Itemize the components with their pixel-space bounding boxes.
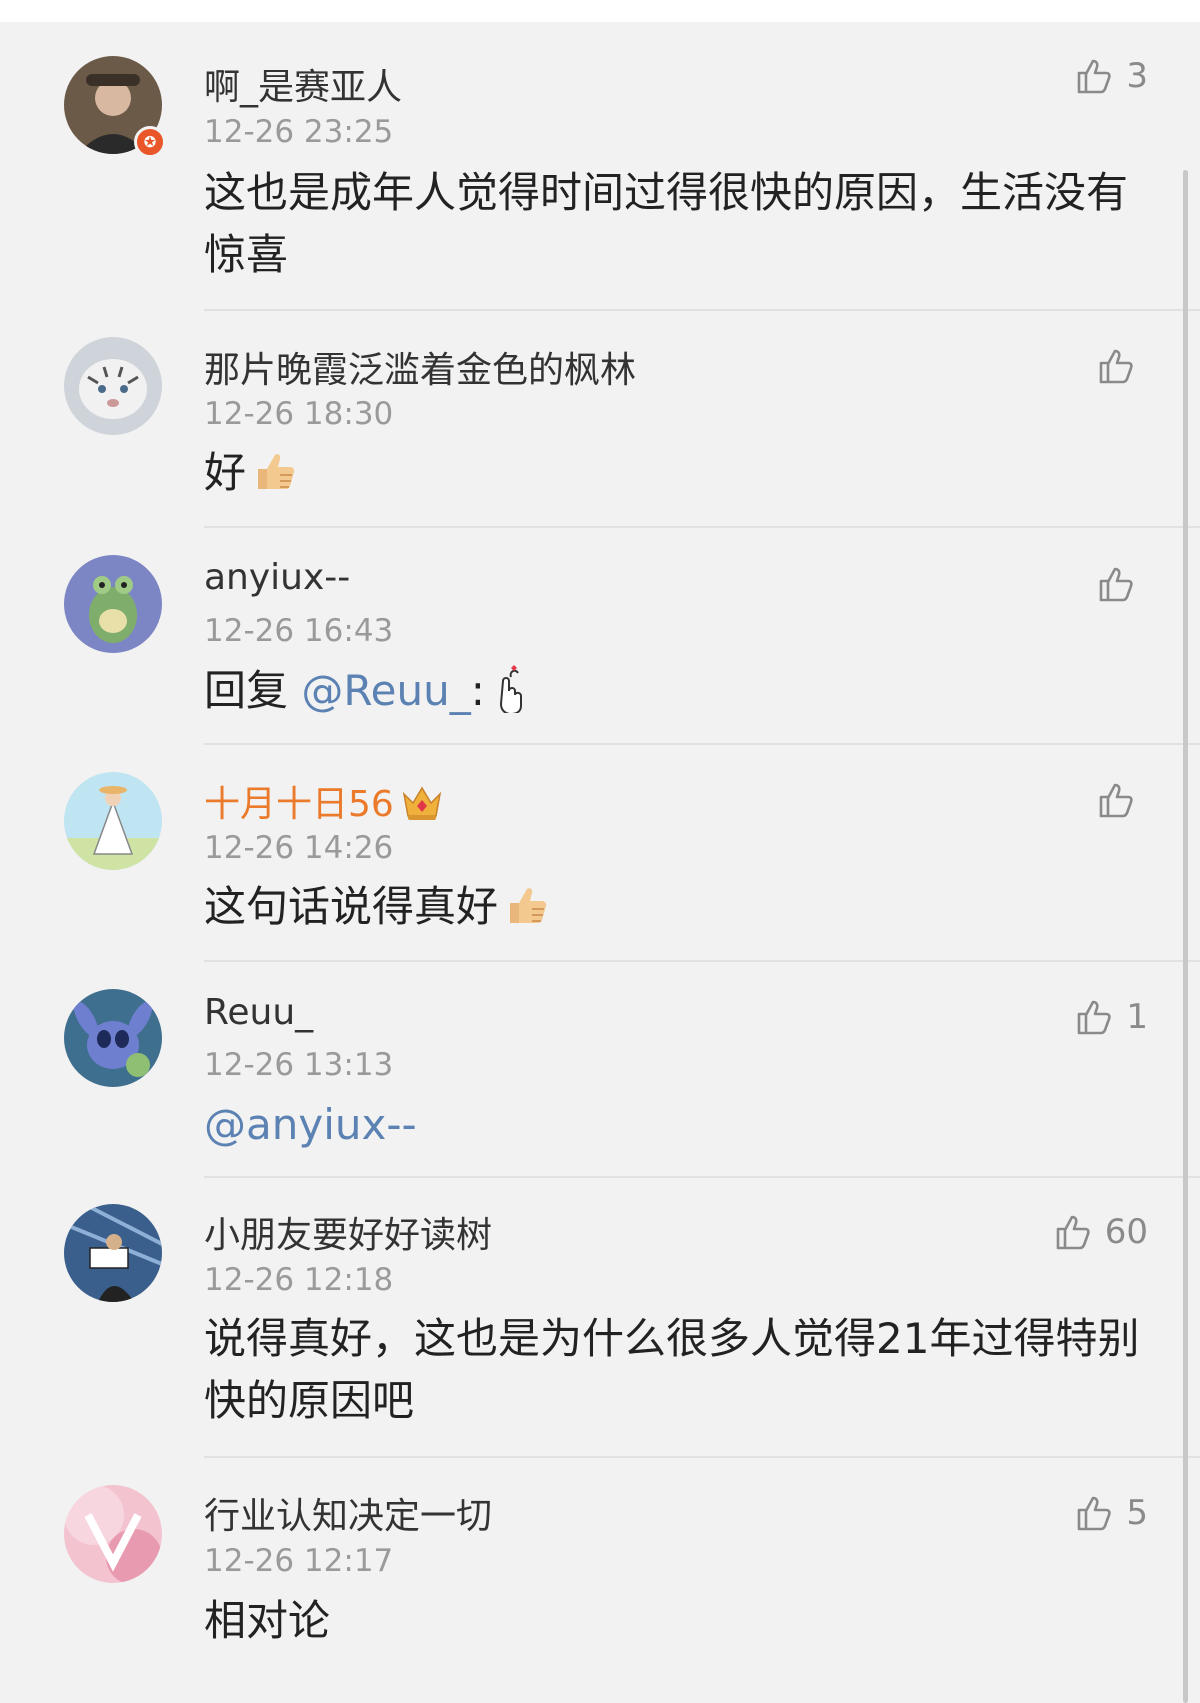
- comment-username[interactable]: anyiux--: [204, 557, 350, 598]
- like-count: 1: [1126, 997, 1148, 1037]
- comment-username[interactable]: 那片晚霞泛滥着金色的枫林: [204, 341, 636, 393]
- comment-text: 回复 @Reuu_:: [204, 660, 1144, 722]
- thumbs-up-emoji: [510, 888, 547, 923]
- comment-timestamp: 12-26 12:17: [204, 1543, 394, 1579]
- thumb-up-icon: [1078, 1496, 1112, 1531]
- comment-timestamp: 12-26 13:13: [204, 1047, 394, 1083]
- thumb-up-icon: [1056, 1215, 1090, 1250]
- comment-timestamp: 12-26 12:18: [204, 1262, 394, 1298]
- like-count: 60: [1104, 1212, 1148, 1252]
- divider: [204, 960, 1200, 962]
- divider: [204, 1456, 1200, 1458]
- comment-text: 相对论: [204, 1596, 331, 1645]
- mention-link[interactable]: @Reuu_: [301, 666, 470, 715]
- comment-username[interactable]: 行业认知决定一切: [204, 1487, 492, 1539]
- verified-badge-icon: ✪: [134, 126, 166, 158]
- avatar[interactable]: [64, 1204, 162, 1302]
- comment-username[interactable]: 小朋友要好好读树: [204, 1206, 492, 1258]
- thumb-up-icon: [1078, 59, 1112, 94]
- like-button[interactable]: 3: [1074, 53, 1148, 99]
- comment-text: 这也是成年人觉得时间过得很快的原因，生活没有惊喜: [204, 168, 1129, 279]
- comment-text: 说得真好，这也是为什么很多人觉得21年过得特别快的原因吧: [204, 1314, 1140, 1425]
- comment-timestamp: 12-26 18:30: [204, 396, 394, 432]
- like-button[interactable]: 1: [1074, 994, 1148, 1040]
- comment-timestamp: 12-26 14:26: [204, 830, 394, 866]
- avatar[interactable]: [64, 1485, 162, 1583]
- comment-timestamp: 12-26 16:43: [204, 613, 394, 649]
- like-count: 3: [1126, 56, 1148, 96]
- like-button[interactable]: [1096, 343, 1148, 389]
- like-button[interactable]: [1096, 561, 1148, 607]
- like-button[interactable]: [1096, 777, 1148, 823]
- avatar[interactable]: [64, 989, 162, 1087]
- like-count: 5: [1126, 1493, 1148, 1533]
- divider: [204, 743, 1200, 745]
- comment-username[interactable]: Reuu_: [204, 992, 313, 1033]
- thumb-up-icon: [1099, 567, 1133, 602]
- mention-link[interactable]: @anyiux--: [204, 1100, 417, 1149]
- thumbs-up-emoji: [258, 454, 295, 489]
- comment-text: 好: [204, 442, 1144, 504]
- avatar[interactable]: [64, 772, 162, 870]
- finger-heart-emoji: [499, 665, 522, 713]
- comment-timestamp: 12-26 23:25: [204, 114, 394, 150]
- comment-username[interactable]: 十月十日56: [204, 775, 444, 827]
- like-button[interactable]: 5: [1074, 1490, 1148, 1536]
- thumb-up-icon: [1099, 783, 1133, 818]
- comment-text: 这句话说得真好: [204, 876, 1144, 938]
- divider: [204, 526, 1200, 528]
- divider: [204, 1176, 1200, 1178]
- like-button[interactable]: 60: [1053, 1209, 1148, 1255]
- thumb-up-icon: [1078, 1000, 1112, 1035]
- avatar[interactable]: [64, 337, 162, 435]
- divider: [204, 309, 1200, 311]
- comment-username[interactable]: 啊_是赛亚人: [204, 58, 402, 110]
- thumb-up-icon: [1099, 349, 1133, 384]
- comment-text: @anyiux--: [204, 1094, 1144, 1156]
- crown-icon: [402, 786, 441, 820]
- scrollbar[interactable]: [1183, 170, 1188, 1703]
- avatar[interactable]: [64, 555, 162, 653]
- top-edge: [0, 0, 1200, 22]
